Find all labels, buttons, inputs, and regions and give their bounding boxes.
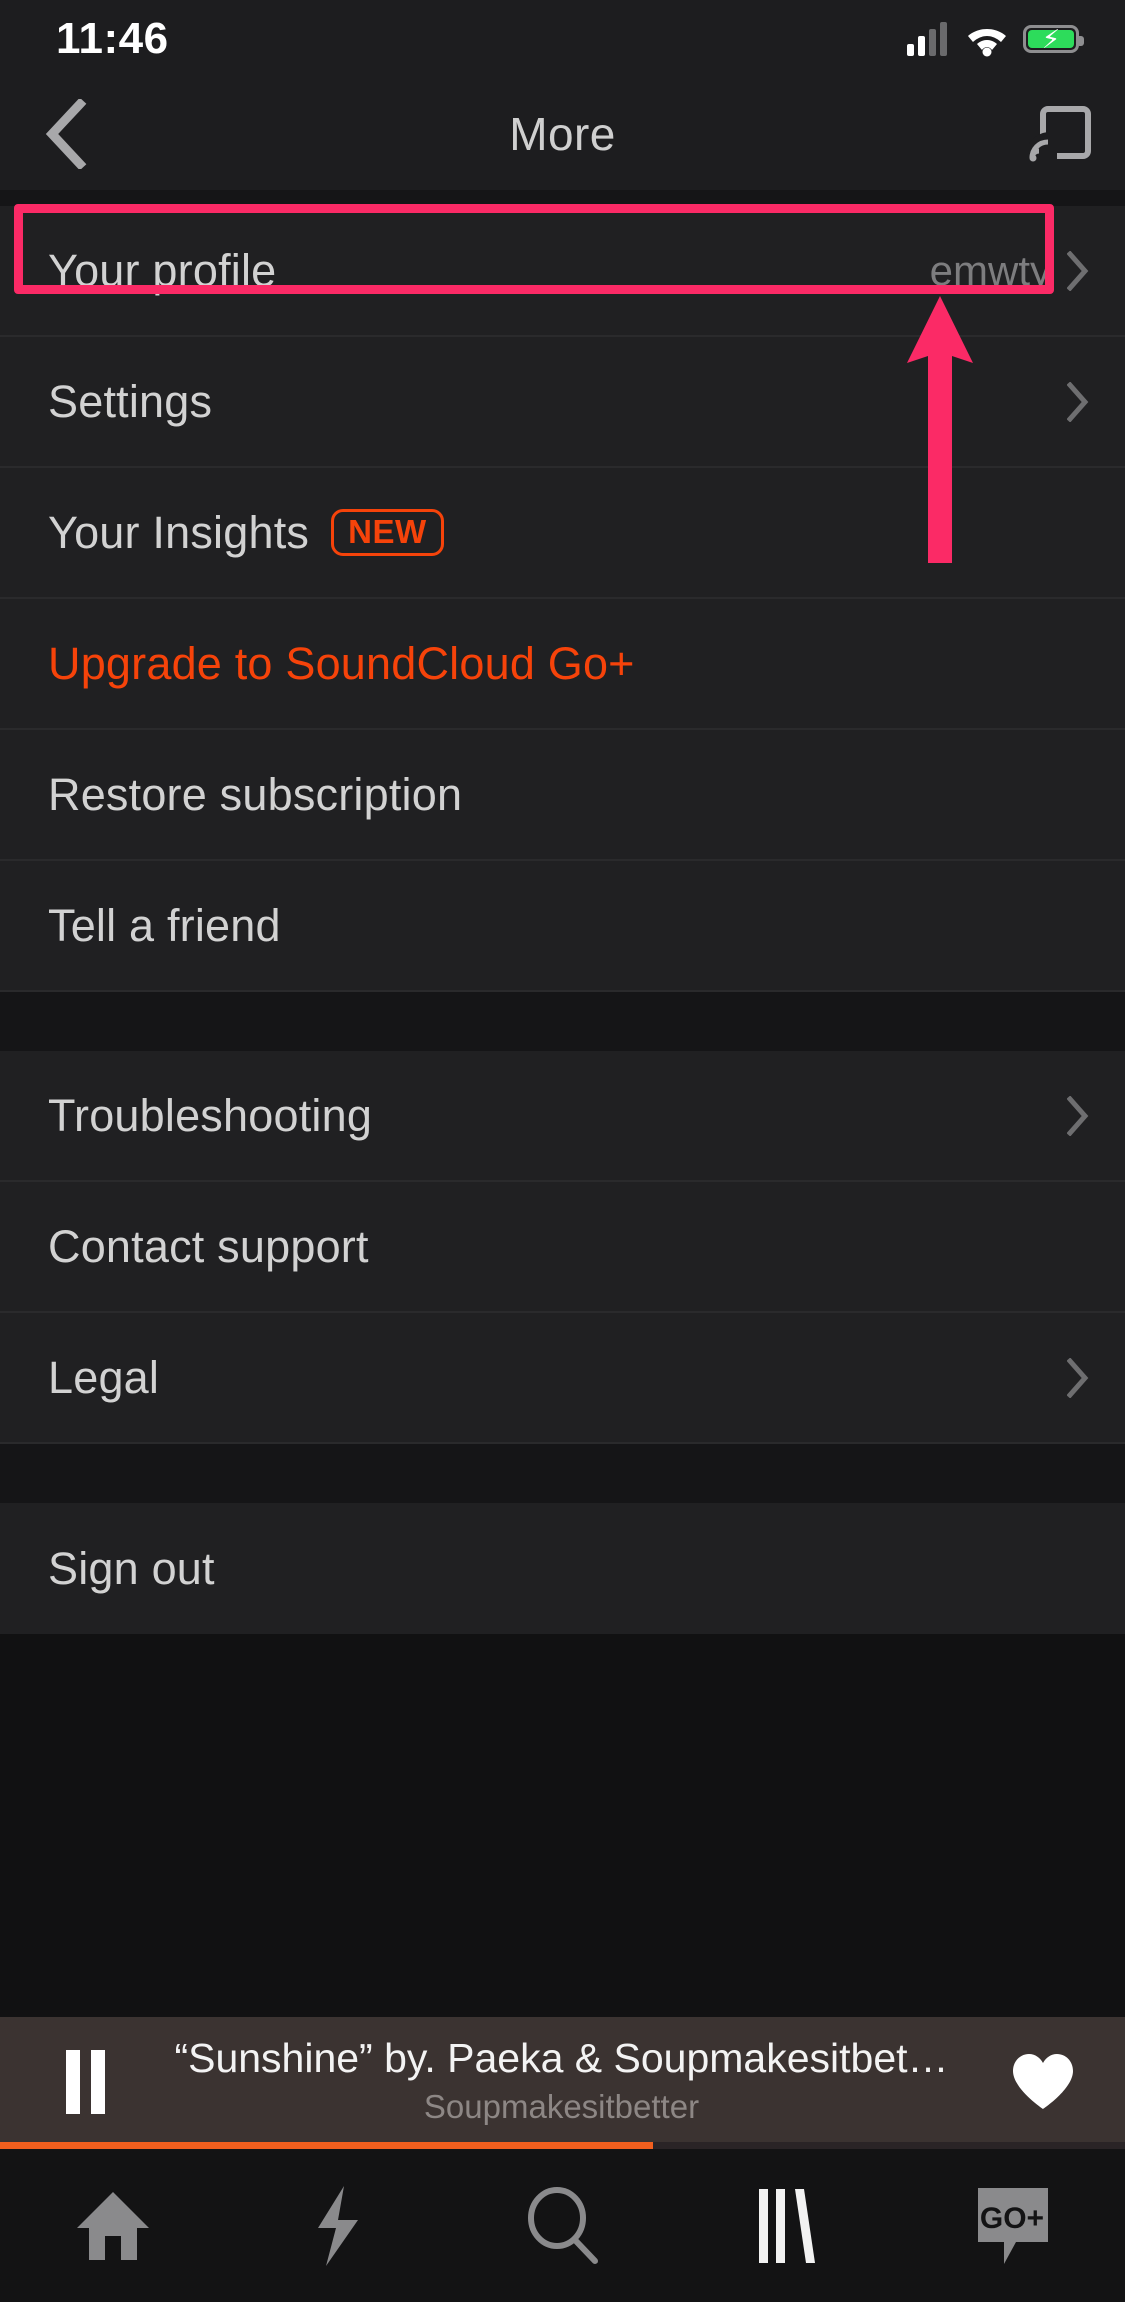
list-item-label: Your Insights <box>48 506 310 558</box>
list-item-label: Legal <box>48 1351 160 1403</box>
list-item-label-wrap: Settings <box>48 376 212 428</box>
wifi-icon <box>965 23 1006 57</box>
tab-go-plus[interactable]: GO+ <box>900 2149 1125 2302</box>
list-item-upgrade-to-soundcloud-go[interactable]: Upgrade to SoundCloud Go+ <box>0 599 1125 730</box>
list-item-legal[interactable]: Legal <box>0 1313 1125 1444</box>
search-icon <box>527 2186 598 2264</box>
list-item-sign-out[interactable]: Sign out <box>0 1503 1125 1634</box>
list-item-accessory: emwty <box>930 247 1089 295</box>
bottom-tab-bar: GO+ <box>0 2149 1125 2302</box>
list-item-label-wrap: Your Insights NEW <box>48 507 444 559</box>
list-item-accessory <box>1067 1095 1089 1136</box>
list-item-your-profile[interactable]: Your profile emwty <box>0 206 1125 337</box>
list-item-accessory <box>1067 381 1089 422</box>
pause-icon-bar-right <box>90 2050 105 2114</box>
list-item-label: Contact support <box>48 1220 369 1272</box>
chevron-right-icon <box>1067 250 1089 291</box>
playback-progress-track[interactable] <box>0 2142 1125 2149</box>
heart-filled-icon <box>1013 2054 1073 2109</box>
list-item-label-wrap: Restore subscription <box>48 769 462 821</box>
lightning-bolt-icon <box>317 2185 358 2266</box>
tab-home[interactable] <box>0 2149 225 2302</box>
list-item-label-wrap: Upgrade to SoundCloud Go+ <box>48 638 635 690</box>
nav-header: More <box>0 78 1125 190</box>
group-spacer <box>0 992 1125 1051</box>
tab-library[interactable] <box>675 2149 900 2302</box>
list-item-troubleshooting[interactable]: Troubleshooting <box>0 1051 1125 1182</box>
tab-search[interactable] <box>450 2149 675 2302</box>
status-indicators: ⚡ <box>907 22 1084 57</box>
list-item-label: Troubleshooting <box>48 1089 373 1141</box>
chromecast-icon <box>1029 106 1091 162</box>
list-item-label: Tell a friend <box>48 899 281 951</box>
list-item-label: Settings <box>48 375 213 427</box>
list-item-label: Restore subscription <box>48 768 463 820</box>
battery-charging-icon: ⚡ <box>1023 25 1084 53</box>
list-item-label-wrap: Contact support <box>48 1221 369 1273</box>
soundcloud-more-screen: 11:46 ⚡ More Your profile emwty Settings… <box>0 0 1125 2302</box>
status-bar: 11:46 ⚡ <box>0 0 1125 78</box>
chevron-right-icon <box>1067 381 1089 422</box>
list-item-tell-a-friend[interactable]: Tell a friend <box>0 861 1125 992</box>
track-title: “Sunshine” by. Paeka & Soupmakesitbet… <box>174 2035 949 2082</box>
list-item-label-wrap: Sign out <box>48 1543 215 1595</box>
list-item-label-wrap: Tell a friend <box>48 900 281 952</box>
svg-text:GO+: GO+ <box>979 2202 1043 2235</box>
list-top-spacer <box>0 190 1125 206</box>
status-time: 11:46 <box>56 14 169 63</box>
list-item-your-insights[interactable]: Your Insights NEW <box>0 468 1125 599</box>
mini-player[interactable]: “Sunshine” by. Paeka & Soupmakesitbet… S… <box>0 2017 1125 2147</box>
list-item-label: Your profile <box>48 244 277 296</box>
pause-icon-bar-left <box>65 2050 80 2114</box>
settings-list: Your profile emwty Settings Your Insights NE… <box>0 190 1125 1634</box>
mini-player-text[interactable]: “Sunshine” by. Paeka & Soupmakesitbet… S… <box>128 2035 995 2128</box>
back-chevron-icon <box>45 99 87 169</box>
group-spacer <box>0 1444 1125 1503</box>
list-item-label: Sign out <box>48 1542 215 1594</box>
new-badge: NEW <box>331 509 444 556</box>
pause-button[interactable] <box>42 2039 128 2125</box>
list-item-accessory <box>1067 1357 1089 1398</box>
list-item-value: emwty <box>929 246 1051 294</box>
list-item-settings[interactable]: Settings <box>0 337 1125 468</box>
cast-button[interactable] <box>995 78 1125 190</box>
list-item-contact-support[interactable]: Contact support <box>0 1182 1125 1313</box>
back-button[interactable] <box>0 78 130 190</box>
tab-feed[interactable] <box>225 2149 450 2302</box>
chevron-right-icon <box>1067 1357 1089 1398</box>
list-item-label-wrap: Your profile <box>48 245 276 297</box>
list-item-label-wrap: Troubleshooting <box>48 1090 372 1142</box>
playback-progress-fill <box>0 2142 653 2149</box>
list-item-label-wrap: Legal <box>48 1352 159 1404</box>
cellular-signal-icon <box>907 22 947 56</box>
library-icon <box>758 2188 815 2263</box>
go-plus-icon: GO+ <box>977 2187 1048 2264</box>
list-item-label: Upgrade to SoundCloud Go+ <box>48 637 635 689</box>
chevron-right-icon <box>1067 1095 1089 1136</box>
page-title: More <box>509 108 616 160</box>
list-item-restore-subscription[interactable]: Restore subscription <box>0 730 1125 861</box>
home-icon <box>76 2191 149 2260</box>
track-artist: Soupmakesitbetter <box>423 2087 700 2125</box>
like-button[interactable] <box>995 2034 1091 2130</box>
